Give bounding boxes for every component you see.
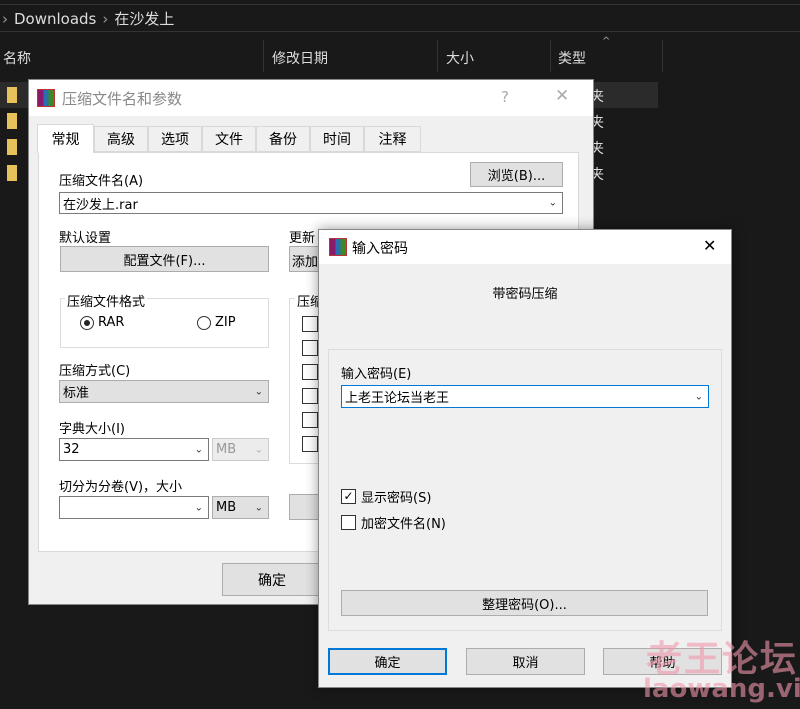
help-button[interactable]: ? bbox=[501, 88, 509, 106]
chevron-down-icon: ⌄ bbox=[254, 444, 263, 455]
tab-options[interactable]: 选项 bbox=[148, 126, 202, 152]
folder-icon bbox=[7, 113, 17, 129]
close-button[interactable]: ✕ bbox=[703, 236, 716, 255]
chevron-down-icon: ⌄ bbox=[254, 502, 263, 513]
encrypt-names-checkbox[interactable]: 加密文件名(N) bbox=[341, 513, 446, 532]
sort-ascending-icon: ^ bbox=[602, 36, 611, 47]
dict-label: 字典大小(I) bbox=[59, 422, 125, 437]
archive-name-value: 在沙发上.rar bbox=[63, 197, 138, 213]
archive-name-input[interactable]: 在沙发上.rar ⌄ bbox=[59, 192, 563, 214]
options-group-label: 压缩 bbox=[295, 291, 319, 310]
show-password-checkbox[interactable]: ✓ 显示密码(S) bbox=[341, 487, 431, 506]
chevron-right-icon: › bbox=[2, 9, 8, 28]
split-unit: MB bbox=[216, 500, 237, 515]
split-label: 切分为分卷(V)，大小 bbox=[59, 480, 183, 495]
dialog-title: 输入密码 bbox=[352, 241, 408, 257]
option-checkbox[interactable] bbox=[302, 436, 318, 452]
tab-advanced[interactable]: 高级 bbox=[94, 126, 148, 152]
tab-files[interactable]: 文件 bbox=[202, 126, 256, 152]
method-value: 标准 bbox=[63, 386, 90, 401]
chevron-right-icon: › bbox=[102, 9, 109, 28]
chevron-down-icon: ⌄ bbox=[194, 502, 203, 513]
chevron-down-icon: ⌄ bbox=[548, 197, 557, 209]
split-size-input[interactable]: ⌄ bbox=[59, 496, 209, 519]
archive-name-label: 压缩文件名(A) bbox=[59, 174, 144, 189]
breadcrumb-downloads[interactable]: Downloads bbox=[14, 10, 96, 28]
update-mode-label: 更新 bbox=[289, 231, 316, 246]
password-value: 上老王论坛当老王 bbox=[345, 391, 450, 406]
tab-general[interactable]: 常规 bbox=[37, 124, 94, 153]
ok-button[interactable]: 确定 bbox=[328, 648, 447, 675]
folder-icon bbox=[7, 87, 17, 103]
method-label: 压缩方式(C) bbox=[59, 364, 131, 379]
close-button[interactable]: ✕ bbox=[555, 86, 569, 106]
winrar-icon bbox=[37, 89, 55, 107]
radio-selected-icon bbox=[80, 315, 94, 330]
dialog-heading: 带密码压缩 bbox=[492, 287, 558, 302]
chevron-down-icon: ⌄ bbox=[694, 391, 703, 402]
option-checkbox[interactable] bbox=[302, 364, 318, 380]
radio-unselected-icon bbox=[197, 315, 211, 330]
winrar-icon bbox=[329, 238, 347, 256]
radio-zip-label: ZIP bbox=[215, 315, 236, 330]
format-group-label: 压缩文件格式 bbox=[65, 291, 148, 310]
method-select[interactable]: 标准 ⌄ bbox=[59, 380, 269, 403]
tab-time[interactable]: 时间 bbox=[310, 126, 364, 152]
organize-passwords-button[interactable]: 整理密码(O)... bbox=[341, 590, 708, 616]
option-checkbox[interactable] bbox=[302, 412, 318, 428]
cancel-button[interactable]: 取消 bbox=[466, 648, 585, 675]
folder-icon bbox=[7, 139, 17, 155]
chevron-down-icon: ⌄ bbox=[254, 386, 263, 397]
default-settings-label: 默认设置 bbox=[59, 231, 112, 246]
radio-zip[interactable]: ZIP bbox=[197, 315, 236, 330]
breadcrumb: › Downloads › 在沙发上 bbox=[0, 6, 800, 32]
split-unit-select[interactable]: MB ⌄ bbox=[212, 496, 269, 519]
option-checkbox[interactable] bbox=[302, 388, 318, 404]
profiles-button[interactable]: 配置文件(F)... bbox=[60, 246, 269, 272]
watermark-url: laowang.vip bbox=[643, 674, 800, 704]
browse-button[interactable]: 浏览(B)... bbox=[470, 162, 563, 187]
checkmark-icon: ✓ bbox=[341, 489, 356, 504]
column-header-name[interactable]: 名称 bbox=[3, 48, 31, 68]
tab-comment[interactable]: 注释 bbox=[364, 126, 421, 152]
encrypt-names-label: 加密文件名(N) bbox=[361, 517, 446, 532]
column-header-date[interactable]: 修改日期 bbox=[272, 48, 328, 68]
password-label: 输入密码(E) bbox=[341, 367, 412, 382]
checkbox-empty-icon bbox=[341, 515, 356, 530]
password-input[interactable]: 上老王论坛当老王 ⌄ bbox=[341, 385, 709, 408]
radio-rar[interactable]: RAR bbox=[80, 315, 124, 330]
option-checkbox[interactable] bbox=[302, 340, 318, 356]
column-header-size[interactable]: 大小 bbox=[446, 48, 474, 68]
folder-icon bbox=[7, 165, 17, 181]
dict-select[interactable]: 32 ⌄ bbox=[59, 438, 209, 461]
password-dialog: 输入密码 ✕ 带密码压缩 bbox=[318, 229, 732, 688]
dict-value: 32 bbox=[63, 442, 80, 457]
show-password-label: 显示密码(S) bbox=[361, 491, 432, 506]
chevron-down-icon: ⌄ bbox=[194, 444, 203, 455]
option-checkbox[interactable] bbox=[302, 316, 318, 332]
ok-button[interactable]: 确定 bbox=[222, 563, 322, 596]
dict-unit: MB bbox=[216, 442, 237, 457]
dialog-title: 压缩文件名和参数 bbox=[62, 90, 183, 108]
column-header-type[interactable]: 类型 bbox=[558, 48, 586, 68]
dict-unit-select: MB ⌄ bbox=[212, 438, 269, 461]
breadcrumb-current[interactable]: 在沙发上 bbox=[114, 8, 174, 29]
radio-rar-label: RAR bbox=[98, 315, 125, 330]
tab-backup[interactable]: 备份 bbox=[256, 126, 310, 152]
